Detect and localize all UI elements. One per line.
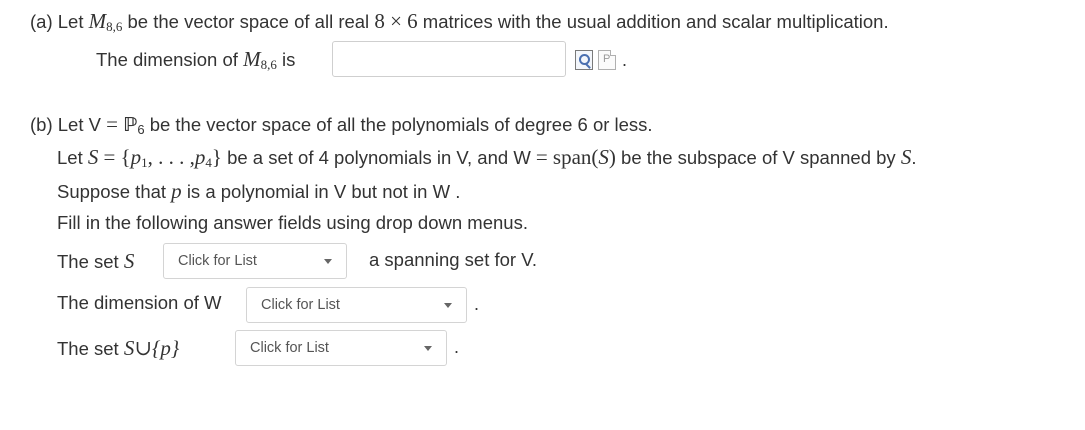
part-a-desc: be the vector space of all real xyxy=(127,11,370,32)
dimension-w-dropdown-label: Click for List xyxy=(261,297,340,313)
q3-label: The set S∪{p} xyxy=(57,336,179,361)
part-b-desc: be the vector space of all the polynomia… xyxy=(149,114,653,135)
union-set-dropdown[interactable]: Click for List xyxy=(235,330,447,366)
line2-period: . xyxy=(911,147,917,168)
span-expression: span(S) xyxy=(552,145,616,169)
q2-label: The dimension of W xyxy=(57,292,222,313)
spanning-set-dropdown[interactable]: Click for List xyxy=(163,243,347,279)
part-a-line1: (a) Let M8,6 be the vector space of all … xyxy=(30,9,889,35)
p-symbol: p xyxy=(171,179,182,203)
part-a-tail: matrices with the usual addition and sca… xyxy=(422,11,889,32)
line2-text: be a set of 4 polynomials in V, and W xyxy=(227,147,531,168)
help-entering-answers-icon[interactable]: P xyxy=(598,50,616,70)
equals-sign-2: = xyxy=(103,145,116,169)
q2-period: . xyxy=(474,294,480,314)
dimension-answer-input[interactable] xyxy=(332,41,566,77)
q1-tail: a spanning set for V. xyxy=(369,249,537,270)
set-s-symbol-2: S xyxy=(900,145,912,169)
equals-sign-3: = xyxy=(535,145,548,169)
union-set-dropdown-label: Click for List xyxy=(250,340,329,356)
part-a-question-text: The dimension of xyxy=(96,49,238,70)
union-symbol: ∪ xyxy=(134,336,152,360)
poly-space-symbol: ℙ6 xyxy=(123,114,145,137)
q3-period: . xyxy=(454,337,460,357)
part-b-line2: Let S = {p1, . . . ,p4} be a set of 4 po… xyxy=(57,145,916,171)
set-s-symbol: S xyxy=(87,145,99,169)
part-a-is: is xyxy=(281,49,296,70)
matrix-space-symbol-2: M8,6 xyxy=(243,47,277,72)
preview-icon[interactable] xyxy=(575,50,593,70)
line3-tail: is a polynomial in V but not in W . xyxy=(186,181,461,202)
q1-s-symbol: S xyxy=(123,249,135,273)
set-s-expression: {p1, . . . ,p4} xyxy=(120,145,222,170)
part-b-intro: (b) Let V xyxy=(30,114,101,135)
part-a-question: The dimension of M8,6 is xyxy=(96,47,295,73)
part-a-intro: (a) Let xyxy=(30,11,84,32)
q3-s-symbol: S xyxy=(123,336,135,360)
suppose-text: Suppose that xyxy=(57,181,167,202)
instructions-text: Fill in the following answer fields usin… xyxy=(57,212,528,233)
q1-label: The set S xyxy=(57,249,134,274)
q1-the-set: The set xyxy=(57,251,119,272)
chevron-down-icon xyxy=(324,259,332,264)
spanning-set-dropdown-label: Click for List xyxy=(178,253,257,269)
dimension-w-dropdown[interactable]: Click for List xyxy=(246,287,467,323)
equals-sign: = xyxy=(106,112,118,136)
matrix-space-symbol: M8,6 xyxy=(88,9,123,34)
line2-tail: be the subspace of V spanned by xyxy=(621,147,896,168)
part-a-period: . xyxy=(622,50,628,70)
q3-p-set: {p} xyxy=(151,336,180,360)
q3-the-set: The set xyxy=(57,338,119,359)
let-text: Let xyxy=(57,147,83,168)
part-b-line3: Suppose that p is a polynomial in V but … xyxy=(57,179,460,204)
part-b-line1: (b) Let V = ℙ6 be the vector space of al… xyxy=(30,112,653,137)
chevron-down-icon xyxy=(424,346,432,351)
matrix-dims: 8 × 6 xyxy=(374,9,418,33)
chevron-down-icon xyxy=(444,303,452,308)
